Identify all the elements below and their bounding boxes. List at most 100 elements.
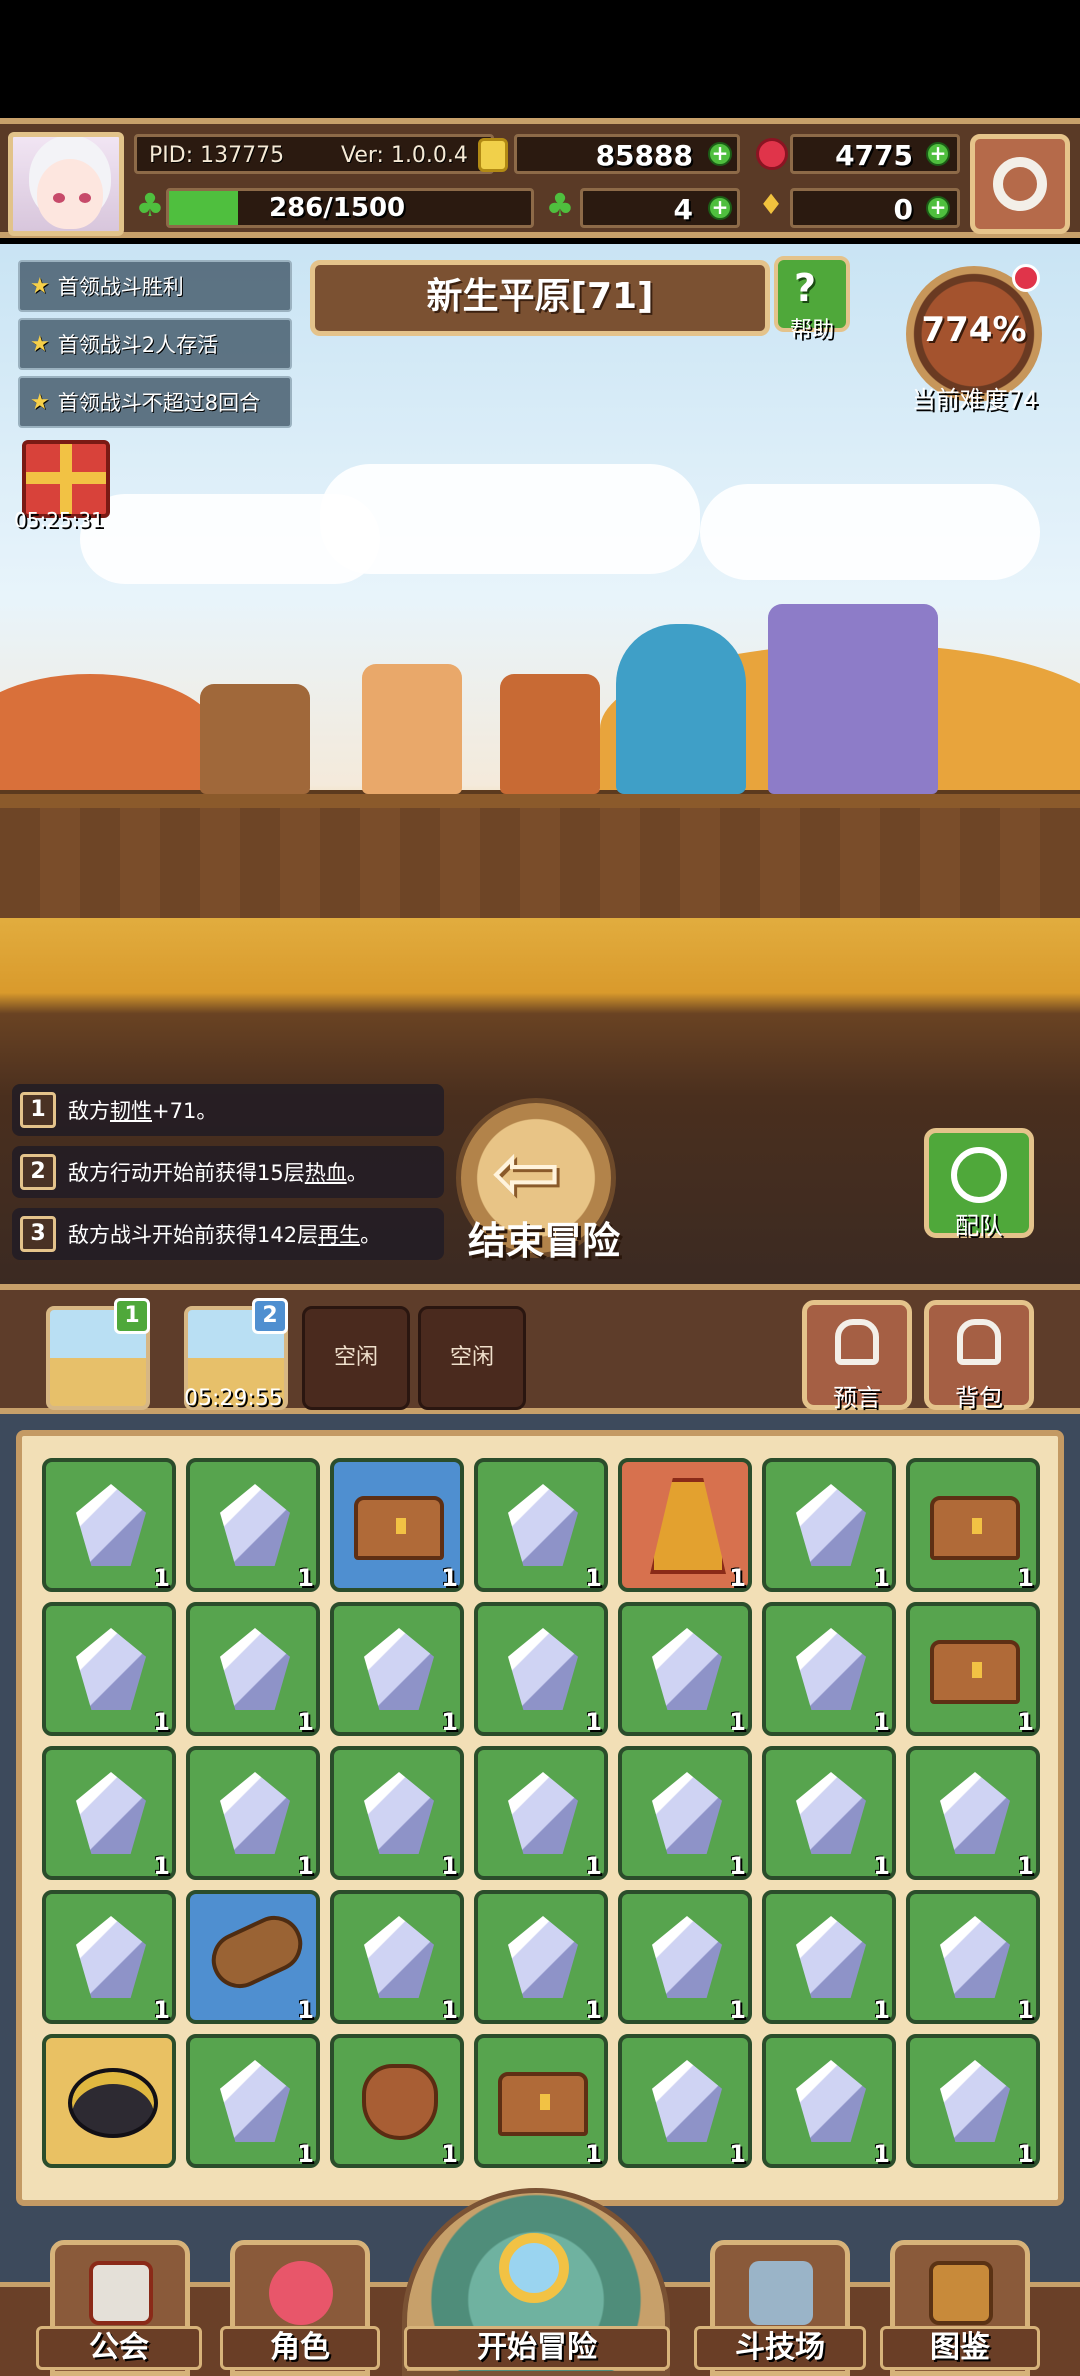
quest-label: 首领战斗不超过8回合 <box>57 391 261 415</box>
quest-label: 首领战斗2人存活 <box>57 333 219 357</box>
key-amount: 0 <box>893 193 913 226</box>
gold-amount: 85888 <box>595 139 693 172</box>
inventory-slot[interactable]: 1 <box>762 1890 896 2024</box>
inventory-slot[interactable]: 1 <box>906 1602 1040 1736</box>
inventory-slot[interactable]: 1 <box>42 1458 176 1592</box>
inventory-slot[interactable]: 1 <box>42 1602 176 1736</box>
inventory-slot[interactable]: 1 <box>42 1890 176 2024</box>
item-count: 1 <box>153 1852 170 1880</box>
inventory-slot[interactable]: 1 <box>474 2034 608 2168</box>
inventory-slot[interactable]: 1 <box>330 2034 464 2168</box>
add-key-button[interactable]: + <box>926 196 950 220</box>
gem-icon <box>796 1772 866 1854</box>
gem-icon <box>940 2060 1010 2142</box>
inventory-slot[interactable]: 1 <box>474 1890 608 2024</box>
inventory-slot[interactable]: 1 <box>762 1458 896 1592</box>
bag-icon <box>362 2064 438 2140</box>
gem-icon <box>940 1772 1010 1854</box>
character-barrel-bear[interactable] <box>200 684 310 794</box>
inventory-slot[interactable]: 1 <box>906 2034 1040 2168</box>
inventory-slot[interactable]: 1 <box>618 2034 752 2168</box>
inventory-slot[interactable]: 1 <box>186 2034 320 2168</box>
key-icon: ♦ <box>758 188 784 221</box>
buff-text: 敌方战斗开始前获得142层再生。 <box>68 1223 382 1247</box>
item-count: 1 <box>585 1852 602 1880</box>
inventory-slot[interactable]: 1 <box>42 1746 176 1880</box>
inventory-slot[interactable]: 1 <box>618 1746 752 1880</box>
inventory-slot[interactable]: 1 <box>618 1890 752 2024</box>
quest-item: ★ 首领战斗胜利 <box>18 260 292 312</box>
chest-icon <box>930 1640 1020 1704</box>
add-gem-button[interactable]: + <box>926 142 950 166</box>
empty-slot[interactable]: 空闲 <box>418 1306 526 1410</box>
character-mushroom-mage[interactable] <box>616 624 746 794</box>
inventory-slot[interactable]: 1 <box>618 1458 752 1592</box>
add-clover-button[interactable]: + <box>708 196 732 220</box>
gem-icon <box>220 1484 290 1566</box>
inventory-frame: 1 1 1 1 1 1 1 1 1 1 1 1 1 1 1 1 1 1 1 1 1 1 1 1 1 1 1 1 1 1 1 1 1 1 <box>16 1430 1064 2206</box>
inventory-slot[interactable]: 1 <box>762 1746 896 1880</box>
gem-icon <box>796 1628 866 1710</box>
gem-amount: 4775 <box>835 139 913 172</box>
character-monkey[interactable] <box>500 674 600 794</box>
empty-slot[interactable]: 空闲 <box>302 1306 410 1410</box>
buff-number: 3 <box>20 1216 56 1252</box>
gem-icon <box>508 1628 578 1710</box>
inventory-slot[interactable]: 1 <box>330 1458 464 1592</box>
gem-icon <box>940 1916 1010 1998</box>
item-count: 1 <box>873 1708 890 1736</box>
inventory-slot[interactable]: 1 <box>474 1458 608 1592</box>
gem-icon <box>220 2060 290 2142</box>
settings-button[interactable] <box>970 134 1070 234</box>
inventory-slot[interactable]: 1 <box>906 1890 1040 2024</box>
enemy-buff-row: 3 敌方战斗开始前获得142层再生。 <box>12 1208 444 1260</box>
inventory-panel: 1 1 1 1 1 1 1 1 1 1 1 1 1 1 1 1 1 1 1 1 1 1 1 1 1 1 1 1 1 1 1 1 1 1 <box>0 1414 1080 2222</box>
inventory-slot[interactable]: 1 <box>474 1602 608 1736</box>
chest-icon <box>930 1496 1020 1560</box>
item-count: 1 <box>1017 1708 1034 1736</box>
buff-number: 2 <box>20 1154 56 1190</box>
item-count: 1 <box>1017 1564 1034 1592</box>
inventory-slot[interactable]: 1 <box>186 1458 320 1592</box>
inventory-slot[interactable]: 1 <box>330 1602 464 1736</box>
quest-label: 首领战斗胜利 <box>57 275 184 299</box>
inventory-slot[interactable]: 1 <box>330 1746 464 1880</box>
quest-item: ★ 首领战斗2人存活 <box>18 318 292 370</box>
gem-icon <box>220 1772 290 1854</box>
add-gold-button[interactable]: + <box>708 142 732 166</box>
cloud <box>700 484 1040 580</box>
enemy-buff-row: 2 敌方行动开始前获得15层热血。 <box>12 1146 444 1198</box>
inventory-slot[interactable]: 1 <box>762 1602 896 1736</box>
slot-badge: 1 <box>114 1298 150 1334</box>
inventory-slot[interactable]: 1 <box>330 1890 464 2024</box>
item-count: 1 <box>441 1708 458 1736</box>
character-face-icon <box>269 2261 333 2325</box>
item-count: 1 <box>729 1852 746 1880</box>
inventory-slot[interactable]: 1 <box>762 2034 896 2168</box>
star-icon: ★ <box>30 331 50 357</box>
gift-box-icon[interactable] <box>22 440 110 518</box>
inventory-slot[interactable]: 1 <box>906 1746 1040 1880</box>
inventory-slot[interactable]: 1 <box>186 1890 320 2024</box>
clover-icon: ♣ <box>545 186 575 224</box>
inventory-slot[interactable]: 1 <box>906 1458 1040 1592</box>
slot-badge: 2 <box>252 1298 288 1334</box>
inventory-slot[interactable]: 1 <box>618 1602 752 1736</box>
item-count: 1 <box>297 2140 314 2168</box>
crystal-ball-icon <box>835 1319 879 1365</box>
inventory-slot[interactable]: 1 <box>186 1746 320 1880</box>
character-bunny-warrior[interactable] <box>768 604 938 794</box>
character-cat[interactable] <box>362 664 462 794</box>
item-count: 1 <box>297 1996 314 2024</box>
inventory-slot[interactable]: 1 <box>186 1602 320 1736</box>
gem-icon <box>508 1772 578 1854</box>
gem-icon <box>220 1628 290 1710</box>
return-arrow-icon: ⇦ <box>491 1123 562 1221</box>
inventory-slot[interactable]: 1 <box>474 1746 608 1880</box>
player-avatar[interactable] <box>8 132 124 236</box>
stamina-text: 286/1500 <box>269 193 406 223</box>
inventory-slot[interactable] <box>42 2034 176 2168</box>
clover-amount: 4 <box>673 193 693 226</box>
gear-icon <box>993 157 1047 211</box>
item-count: 1 <box>729 1708 746 1736</box>
